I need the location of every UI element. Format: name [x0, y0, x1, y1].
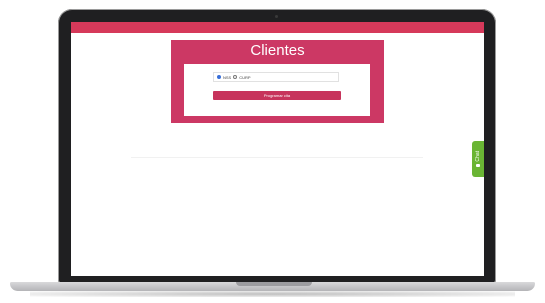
radio-curp[interactable] — [233, 75, 238, 79]
radio-nss[interactable] — [217, 75, 221, 79]
content-divider — [131, 157, 423, 158]
clientes-panel: Clientes NSS CURP Programar cita — [171, 40, 384, 123]
top-bar — [71, 22, 484, 33]
id-type-selector[interactable]: NSS CURP — [213, 72, 339, 82]
laptop-notch — [236, 282, 312, 286]
camera-dot — [275, 15, 278, 18]
chat-icon — [476, 163, 480, 167]
chat-label: Chat — [475, 151, 481, 162]
laptop-shadow — [30, 291, 515, 297]
schedule-appointment-button[interactable]: Programar cita — [213, 91, 341, 100]
laptop-screen: Clientes NSS CURP Programar cita Chat — [71, 22, 484, 276]
chat-tab[interactable]: Chat — [472, 141, 484, 177]
radio-curp-label: CURP — [239, 74, 251, 80]
page-title: Clientes — [250, 42, 305, 59]
radio-nss-label: NSS — [223, 74, 232, 80]
form-box: NSS CURP Programar cita — [184, 64, 370, 116]
